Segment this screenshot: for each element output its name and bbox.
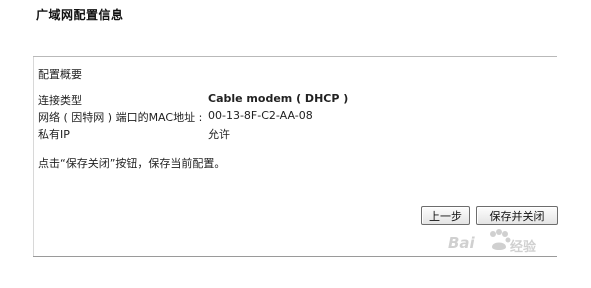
config-summary-panel: 配置概要 连接类型 Cable modem ( DHCP ) 网络 ( 因特网 … bbox=[33, 56, 557, 257]
save-instruction-text: 点击“保存关闭”按钮，保存当前配置。 bbox=[38, 157, 226, 170]
private-ip-label: 私有IP bbox=[38, 128, 70, 141]
previous-step-button[interactable]: 上一步 bbox=[421, 206, 470, 225]
panel-edge bbox=[33, 57, 34, 256]
connection-type-value: Cable modem ( DHCP ) bbox=[208, 92, 349, 105]
baidu-watermark: Bai 经验 bbox=[448, 228, 563, 258]
page-title: 广域网配置信息 bbox=[36, 8, 124, 22]
baidu-paw-icon bbox=[490, 229, 511, 250]
save-and-close-button[interactable]: 保存并关闭 bbox=[476, 206, 558, 225]
mac-address-label: 网络 ( 因特网 ) 端口的MAC地址 : bbox=[38, 111, 203, 124]
private-ip-value: 允许 bbox=[208, 128, 230, 141]
section-title: 配置概要 bbox=[38, 68, 82, 81]
watermark-brand-text: Bai bbox=[448, 234, 475, 252]
watermark-suffix-text: 经验 bbox=[510, 240, 537, 255]
mac-address-value: 00-13-8F-C2-AA-08 bbox=[208, 109, 313, 122]
connection-type-label: 连接类型 bbox=[38, 94, 82, 107]
